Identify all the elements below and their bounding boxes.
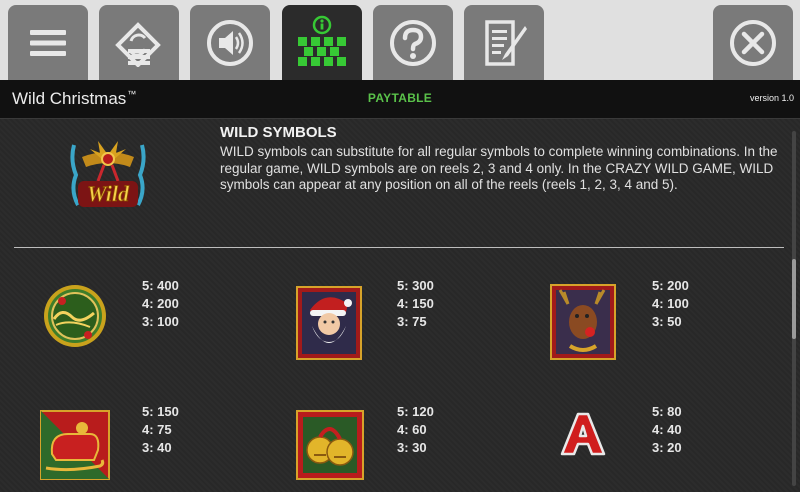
pay-3-kind: 3: 40 (142, 440, 172, 455)
paytable-pays: 5: 200 4: 100 3: 50 (652, 277, 689, 331)
letter-a-icon (558, 410, 608, 463)
paytable-content[interactable]: Wild WILD SYMBOLS WILD symbols can subst… (0, 119, 800, 492)
pay-3-kind: 3: 30 (397, 440, 427, 455)
paytable-pays: 5: 80 4: 40 3: 20 (652, 403, 682, 457)
autoplay-icon (115, 21, 161, 67)
scrollbar-thumb[interactable] (792, 259, 796, 339)
history-icon (485, 19, 527, 66)
pay-4-kind: 4: 40 (652, 422, 682, 437)
menu-icon (30, 29, 66, 56)
pay-4-kind: 4: 75 (142, 422, 172, 437)
pay-5-kind: 5: 300 (397, 278, 434, 293)
toolbar (0, 0, 800, 80)
pay-3-kind: 3: 20 (652, 440, 682, 455)
close-button[interactable] (713, 5, 793, 80)
paytable-pays: 5: 400 4: 200 3: 100 (142, 277, 179, 331)
sound-button[interactable] (190, 5, 270, 80)
help-button[interactable] (373, 5, 453, 80)
reindeer-icon (550, 284, 616, 365)
pay-3-kind: 3: 100 (142, 314, 179, 329)
help-icon (390, 19, 436, 66)
menu-button[interactable] (8, 5, 88, 80)
sound-icon (207, 19, 253, 66)
pay-4-kind: 4: 100 (652, 296, 689, 311)
version-label: version 1.0 (749, 93, 794, 103)
pay-3-kind: 3: 75 (397, 314, 427, 329)
pay-5-kind: 5: 200 (652, 278, 689, 293)
santa-claus-icon (296, 286, 362, 365)
wild-icon-label: Wild (87, 181, 130, 206)
paytable-pays: 5: 120 4: 60 3: 30 (397, 403, 434, 457)
pay-3-kind: 3: 50 (652, 314, 682, 329)
divider (14, 247, 784, 248)
paytable-icon (298, 15, 346, 66)
history-button[interactable] (464, 5, 544, 80)
pay-4-kind: 4: 200 (142, 296, 179, 311)
pay-4-kind: 4: 150 (397, 296, 434, 311)
wild-symbol-icon: Wild (68, 135, 148, 220)
paytable-pays: 5: 150 4: 75 3: 40 (142, 403, 179, 457)
pay-5-kind: 5: 400 (142, 278, 179, 293)
merry-christmas-ornament-icon (40, 279, 110, 354)
paytable-pays: 5: 300 4: 150 3: 75 (397, 277, 434, 331)
pay-4-kind: 4: 60 (397, 422, 427, 437)
autoplay-button[interactable] (99, 5, 179, 80)
paytable-tab[interactable] (282, 5, 362, 80)
title-bar: Wild Christmas™ PAYTABLE version 1.0 (0, 80, 800, 119)
wild-heading: WILD SYMBOLS (220, 124, 337, 141)
close-icon (730, 19, 776, 66)
sleigh-icon (40, 410, 110, 485)
pay-5-kind: 5: 120 (397, 404, 434, 419)
section-title: PAYTABLE (367, 91, 433, 105)
jingle-bells-icon (296, 410, 364, 485)
pay-5-kind: 5: 80 (652, 404, 682, 419)
pay-5-kind: 5: 150 (142, 404, 179, 419)
wild-description: WILD symbols can substitute for all regu… (220, 144, 778, 192)
